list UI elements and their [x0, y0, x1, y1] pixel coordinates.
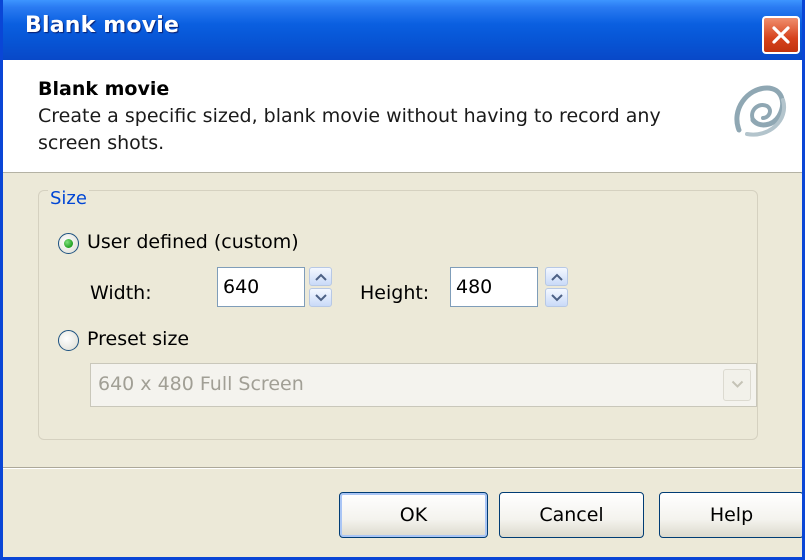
width-decrement-button[interactable] — [309, 288, 332, 307]
app-logo-icon — [734, 85, 787, 137]
user-defined-label[interactable]: User defined (custom) — [87, 231, 299, 253]
user-defined-radio[interactable] — [58, 233, 79, 254]
help-button[interactable]: Help — [659, 492, 802, 538]
button-separator — [3, 467, 802, 469]
preset-size-radio[interactable] — [58, 330, 79, 351]
size-group-legend: Size — [48, 188, 89, 209]
header-description: Create a specific sized, blank movie wit… — [38, 105, 661, 154]
blank-movie-dialog: Blank movie Blank movie Create a specifi… — [0, 0, 805, 560]
height-increment-button[interactable] — [545, 267, 568, 286]
arrow-up-icon — [315, 273, 327, 281]
cancel-button[interactable]: Cancel — [499, 492, 644, 538]
preset-size-select[interactable]: 640 x 480 Full Screen — [90, 363, 757, 407]
height-decrement-button[interactable] — [545, 288, 568, 307]
window-title: Blank movie — [25, 13, 180, 38]
preset-dropdown-button[interactable] — [723, 369, 751, 401]
width-input[interactable]: 640 — [217, 267, 305, 307]
width-spinner[interactable] — [309, 267, 332, 307]
preset-size-label[interactable]: Preset size — [87, 328, 189, 350]
width-increment-button[interactable] — [309, 267, 332, 286]
radio-selected-dot — [64, 239, 73, 248]
arrow-up-icon — [551, 273, 563, 281]
arrow-down-icon — [551, 294, 563, 302]
close-icon — [772, 26, 790, 44]
height-label: Height: — [360, 282, 430, 304]
close-button[interactable] — [762, 16, 800, 54]
width-label: Width: — [90, 282, 152, 304]
arrow-down-icon — [315, 294, 327, 302]
height-input[interactable]: 480 — [450, 267, 538, 307]
ok-button[interactable]: OK — [339, 492, 488, 538]
preset-size-value: 640 x 480 Full Screen — [98, 373, 304, 395]
height-spinner[interactable] — [545, 267, 568, 307]
title-bar[interactable]: Blank movie — [3, 0, 802, 60]
chevron-down-icon — [731, 380, 744, 388]
header-title: Blank movie — [38, 78, 170, 100]
